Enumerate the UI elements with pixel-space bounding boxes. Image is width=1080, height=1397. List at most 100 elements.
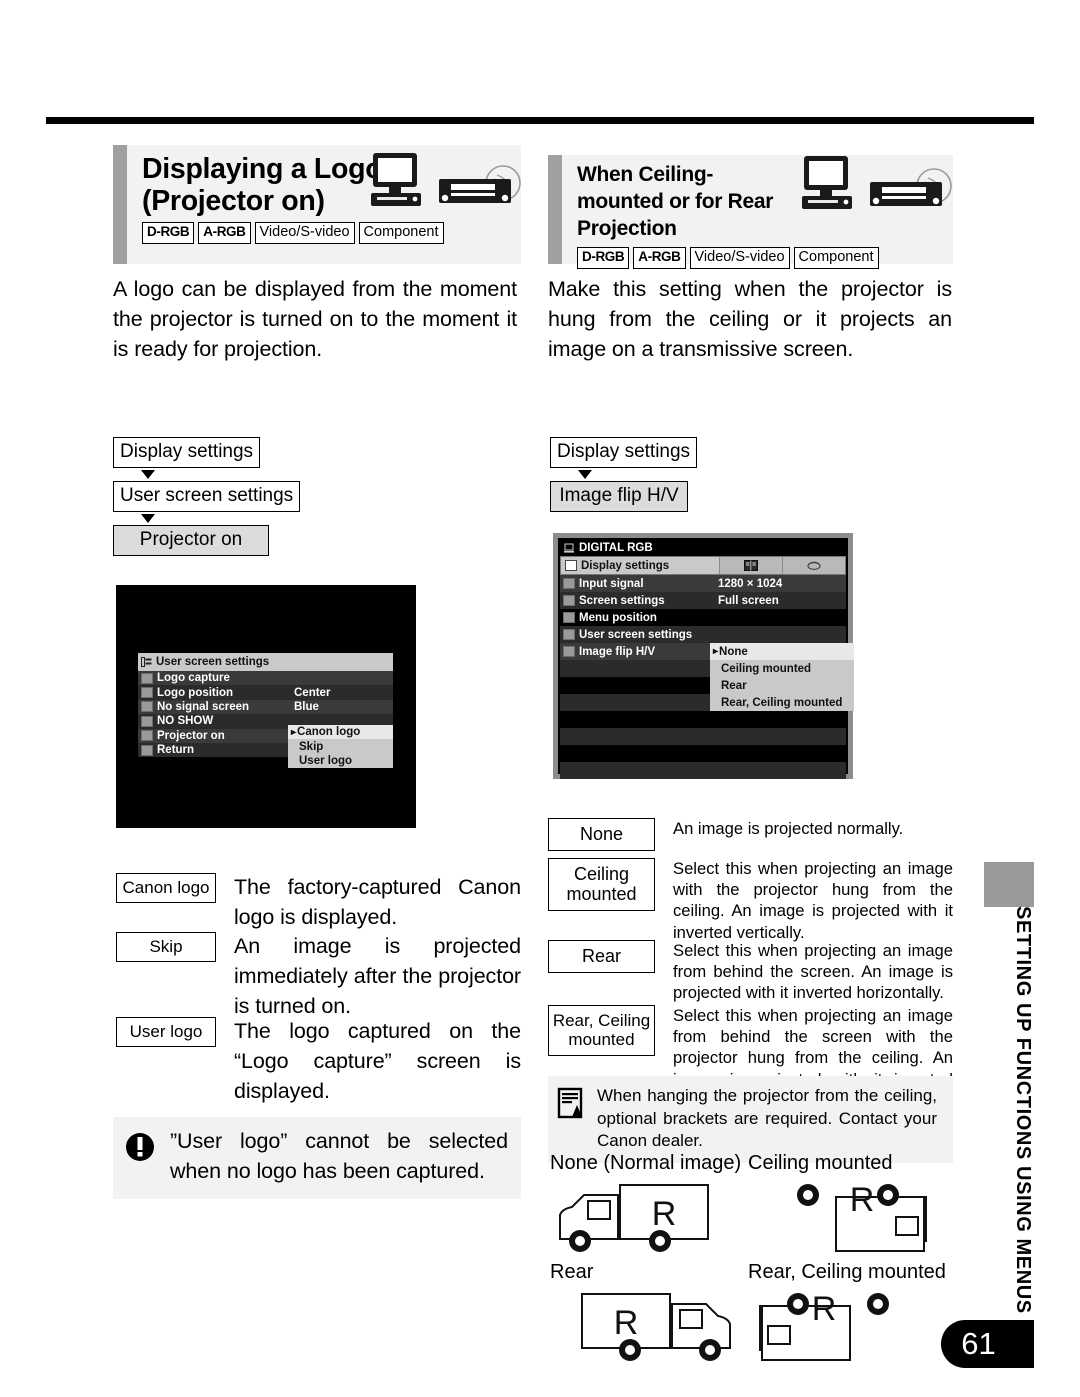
left-device-icons xyxy=(365,151,525,213)
definition-description: Select this when projecting an image wit… xyxy=(673,859,953,942)
signal-tag-video: Video/S-video xyxy=(254,221,355,245)
path-step-display-settings: Display settings xyxy=(113,437,261,468)
definition-description: Select this when projecting an image fro… xyxy=(673,941,953,1003)
right-section-header: When Ceiling- mounted or for Rear Projec… xyxy=(548,154,956,270)
projector-on-icon xyxy=(141,730,153,742)
computer-icon xyxy=(802,156,852,209)
osd-popup-item-canon-logo: ▸ Canon logo xyxy=(288,725,393,740)
definition-row-none: None An image is projected normally. xyxy=(548,818,953,852)
osd-row-empty xyxy=(560,762,846,779)
figure-truck-ceiling: R xyxy=(797,1181,927,1252)
figure-letter: R xyxy=(812,1290,837,1328)
definition-description: The factory-captured Canon logo is displ… xyxy=(234,875,521,929)
osd-row-empty xyxy=(560,745,846,762)
left-caution-text: ”User logo” cannot be selected when no l… xyxy=(170,1129,508,1183)
osd-row: User screen settings xyxy=(560,626,846,643)
user-screen-icon xyxy=(141,657,152,667)
osd-row: Menu position xyxy=(560,609,846,626)
path-step-display-settings: Display settings xyxy=(550,437,698,468)
definition-term: Canon logo xyxy=(116,873,216,904)
osd-tab-projector-icon[interactable] xyxy=(782,557,845,574)
video-deck-icon xyxy=(439,165,521,203)
no-signal-screen-icon xyxy=(141,701,153,713)
right-intro-paragraph: Make this setting when the projector is … xyxy=(548,277,952,361)
definition-description: The logo captured on the “Logo capture” … xyxy=(234,1019,521,1103)
osd-popup-item-none: ▸ None xyxy=(710,643,854,660)
osd-popup-item-rear-ceiling-mounted: Rear, Ceiling mounted xyxy=(721,696,843,709)
book-icon xyxy=(744,560,758,571)
figure-truck-none: R xyxy=(559,1184,709,1252)
definition-term: User logo xyxy=(116,1017,216,1048)
osd-popup-item-skip: Skip xyxy=(299,740,324,753)
return-icon xyxy=(141,744,153,756)
osd-row-empty xyxy=(560,711,846,728)
osd-row: Logo capture xyxy=(138,671,393,686)
left-caution-note: ”User logo” cannot be selected when no l… xyxy=(113,1117,521,1199)
path-step-user-screen-settings: User screen settings xyxy=(113,481,301,512)
osd-menu-title: User screen settings xyxy=(138,653,393,671)
definition-term: None xyxy=(548,818,655,852)
osd-popup-item-rear: Rear xyxy=(721,679,747,692)
osd-row: No signal screen Blue xyxy=(138,699,393,715)
figure-truck-rear: R xyxy=(581,1293,731,1361)
definition-description: An image is projected immediately after … xyxy=(234,934,521,1018)
osd-menu-title-bar: Display settings xyxy=(560,556,846,575)
path-step-projector-on: Projector on xyxy=(113,525,269,556)
osd-row-empty xyxy=(560,728,846,745)
figure-caption-none: None (Normal image) xyxy=(550,1152,742,1174)
signal-tag-argb: A-RGB xyxy=(633,246,686,270)
display-settings-icon xyxy=(565,560,577,571)
osd-popup-list: ▸ Canon logo Skip User logo xyxy=(288,725,393,769)
signal-tag-component: Component xyxy=(793,246,879,270)
figure-truck-rear-ceiling: R xyxy=(759,1290,889,1361)
figure-caption-rear: Rear xyxy=(550,1261,594,1283)
figure-caption-rear-ceiling: Rear, Ceiling mounted xyxy=(748,1261,946,1283)
logo-capture-icon xyxy=(141,672,153,684)
video-deck-icon xyxy=(870,168,952,206)
osd-row: Input signal 1280 × 1024 xyxy=(560,575,846,592)
figure-letter: R xyxy=(850,1181,875,1219)
definition-row-ceiling-mounted: Ceiling mounted Select this when project… xyxy=(548,858,953,943)
screen-settings-icon xyxy=(563,595,575,606)
right-osd-screenshot: DIGITAL RGB Display settings Input signa… xyxy=(553,533,854,779)
definition-row-user-logo: User logo The logo captured on the “Logo… xyxy=(116,1017,521,1106)
osd-tab-book-icon[interactable] xyxy=(719,557,782,574)
left-intro-paragraph: A logo can be displayed from the moment … xyxy=(113,277,517,361)
no-show-icon xyxy=(141,715,153,727)
image-flip-icon xyxy=(563,646,575,657)
header-accent-bar xyxy=(113,145,127,264)
left-osd-screenshot: User screen settings Logo capture Logo p… xyxy=(116,585,416,828)
signal-tag-video: Video/S-video xyxy=(689,246,790,270)
osd-row: Logo position Center xyxy=(138,685,393,700)
osd-row: Screen settings Full screen xyxy=(560,592,846,609)
left-menu-path: Display settings User screen settings Pr… xyxy=(113,437,301,556)
definition-row-skip: Skip An image is projected immediately a… xyxy=(116,932,521,1021)
definition-term: Skip xyxy=(116,932,216,963)
osd-row-empty xyxy=(560,677,710,694)
definition-term: Rear xyxy=(548,940,655,974)
definition-term: Ceiling mounted xyxy=(548,858,655,912)
signal-tag-drgb: D-RGB xyxy=(142,221,195,245)
path-arrow-icon xyxy=(141,470,155,479)
definition-row-canon-logo: Canon logo The factory-captured Canon lo… xyxy=(116,873,521,933)
signal-tag-component: Component xyxy=(358,221,444,245)
input-signal-icon xyxy=(563,578,575,589)
osd-menu-panel: User screen settings Logo capture Logo p… xyxy=(138,653,393,769)
osd-popup-item-ceiling-mounted: Ceiling mounted xyxy=(721,662,812,675)
signal-tag-argb: A-RGB xyxy=(198,221,251,245)
header-accent-bar xyxy=(548,155,562,264)
right-signal-tags: D-RGB A-RGB Video/S-video Component xyxy=(548,243,953,275)
figure-letter: R xyxy=(614,1304,639,1342)
right-info-note: When hanging the projector from the ceil… xyxy=(548,1076,953,1163)
osd-signal-title: DIGITAL RGB xyxy=(560,540,846,556)
right-device-icons xyxy=(796,154,956,216)
projection-figures: None (Normal image) Ceiling mounted R R … xyxy=(550,1152,950,1366)
page-number: 61 xyxy=(941,1320,1034,1368)
selection-caret-icon: ▸ xyxy=(291,726,297,738)
osd-menu-panel: Input signal 1280 × 1024 Screen settings… xyxy=(560,575,854,779)
figure-letter: R xyxy=(652,1195,677,1233)
path-step-image-flip: Image flip H/V xyxy=(550,481,688,512)
osd-popup-item-user-logo: User logo xyxy=(299,754,353,767)
left-section-header: Displaying a Logo (Projector on) D-RGB A… xyxy=(113,145,521,264)
definition-term: Rear, Ceiling mounted xyxy=(548,1005,655,1057)
